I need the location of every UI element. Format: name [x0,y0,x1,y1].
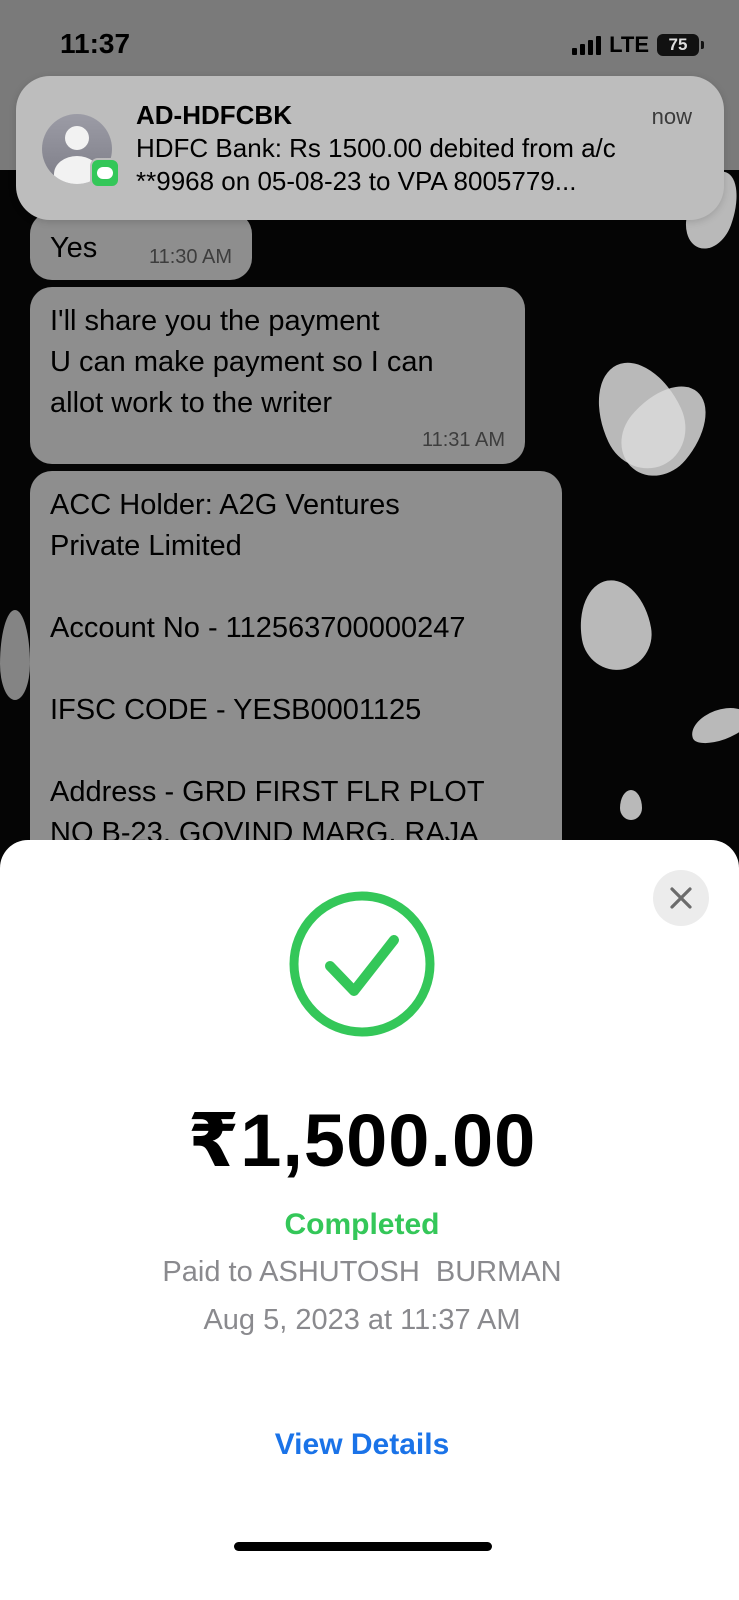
chat-message[interactable]: I'll share you the payment U can make pa… [30,287,525,464]
payee-name: Paid to ASHUTOSH BURMAN [162,1256,562,1288]
message-line: Private Limited [50,530,242,562]
message-line: ACC Holder: A2G Ventures [50,489,400,521]
message-line: Account No - 112563700000247 [50,612,466,644]
home-indicator[interactable] [234,1542,492,1551]
payment-date: Aug 5, 2023 at 11:37 AM [203,1304,521,1336]
close-icon [670,887,692,909]
battery-level: 75 [668,35,688,54]
notification-sender: AD-HDFCBK [136,100,292,130]
message-text: I'll share you the payment U can make pa… [30,287,525,424]
chat-message[interactable]: ACC Holder: A2G Ventures Private Limited… [30,471,562,871]
payment-success-sheet: ₹1,500.00 Completed Paid to ASHUTOSH BUR… [0,840,739,1600]
chat-message[interactable]: Yes 11:30 AM [30,212,252,280]
status-bar: 11:37 LTE 75 [0,0,739,75]
sms-notification-banner[interactable]: AD-HDFCBK now HDFC Bank: Rs 1500.00 debi… [16,76,724,220]
flower-petal [572,574,658,676]
message-line: U can make payment so I can [50,346,434,378]
message-line: IFSC CODE - YESB0001125 [50,694,422,726]
flower-petal [686,700,739,750]
battery-icon: 75 [657,34,704,56]
payment-status: Completed [284,1208,440,1241]
messages-icon [90,158,120,188]
message-line: Address - GRD FIRST FLR PLOT [50,776,485,808]
flower-petal [0,610,30,700]
message-time: 11:30 AM [148,246,232,268]
cellular-signal-icon [572,35,602,55]
notification-body: HDFC Bank: Rs 1500.00 debited from a/c *… [136,132,696,198]
view-details-link[interactable]: View Details [0,1428,724,1462]
flower-petal [620,790,642,820]
message-time: 11:31 AM [421,429,505,451]
close-button[interactable] [653,870,709,926]
message-text: ACC Holder: A2G Ventures Private Limited… [30,471,562,854]
message-line: allot work to the writer [50,387,333,419]
checkmark-circle-icon [289,891,435,1037]
notification-time: now [651,104,692,129]
notification-body-line: HDFC Bank: Rs 1500.00 debited from a/c [136,133,616,163]
message-line: I'll share you the payment [50,305,380,337]
status-time: 11:37 [60,28,131,59]
notification-body-line: **9968 on 05-08-23 to VPA 8005779... [136,166,577,196]
payment-amount: ₹1,500.00 [187,1099,537,1182]
network-type: LTE [609,32,649,57]
status-indicators: LTE 75 [572,32,704,58]
